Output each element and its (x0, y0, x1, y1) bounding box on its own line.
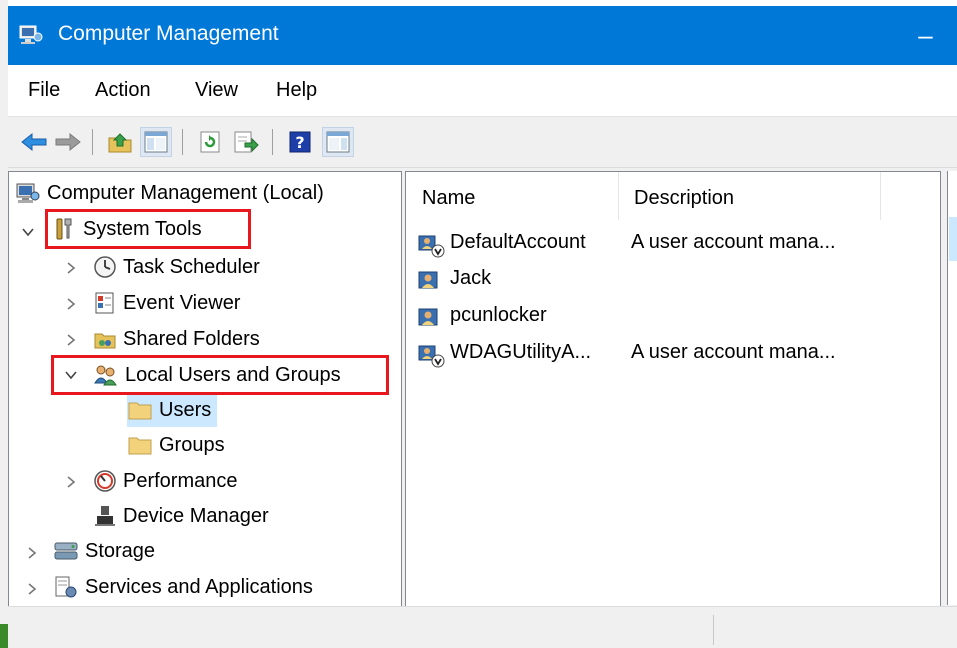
tree-label: Groups (159, 433, 225, 456)
menu-bar: File Action View Help (8, 65, 957, 117)
desktop-corner (0, 624, 8, 648)
menu-action[interactable]: Action (95, 77, 151, 103)
user-description: A user account mana... (631, 341, 836, 363)
left-edge (0, 0, 8, 648)
svg-text:?: ? (295, 133, 304, 152)
user-row[interactable]: DefaultAccount A user account mana... (406, 227, 940, 263)
toolbar-separator (92, 129, 93, 155)
user-row[interactable]: WDAGUtilityA... A user account mana... (406, 337, 940, 373)
back-button[interactable] (18, 127, 50, 157)
show-hide-console-tree-button[interactable] (140, 127, 172, 157)
user-icon (418, 308, 438, 326)
list-header: Name Description (406, 172, 940, 220)
chevron-right-icon[interactable] (64, 297, 78, 311)
chevron-right-icon[interactable] (64, 475, 78, 489)
highlight-box-local-users-and-groups (51, 355, 389, 395)
action-pane-selection (949, 217, 957, 261)
shared-folder-icon (94, 333, 116, 349)
chevron-right-icon[interactable] (64, 333, 78, 347)
user-name: Jack (450, 267, 492, 289)
event-viewer-icon (95, 292, 114, 314)
show-hide-action-pane-button[interactable] (322, 127, 354, 157)
up-folder-icon (108, 133, 132, 153)
tree-label: Storage (85, 539, 156, 562)
tree-node-shared-folders[interactable]: Shared Folders (93, 322, 260, 356)
user-name: DefaultAccount (450, 231, 586, 253)
forward-icon (55, 132, 81, 152)
folder-icon (128, 437, 152, 455)
tree-label: Computer Management (Local) (47, 181, 324, 204)
details-list[interactable]: Name Description DefaultAccount A user a… (405, 171, 941, 607)
tree-label: Users (159, 398, 212, 421)
toolbar-separator (182, 129, 183, 155)
tree-node-event-viewer[interactable]: Event Viewer (93, 286, 240, 320)
user-row[interactable]: pcunlocker (406, 300, 940, 336)
window-title: Computer Management (58, 22, 279, 45)
folder-icon (128, 402, 152, 420)
device-manager-icon (95, 506, 115, 526)
title-bar[interactable]: Computer Management – (8, 6, 957, 65)
status-bar (8, 606, 957, 648)
menu-file[interactable]: File (28, 77, 60, 103)
export-list-icon (234, 131, 259, 153)
user-name: pcunlocker (450, 304, 547, 326)
help-button[interactable]: ? (284, 127, 316, 157)
chevron-right-icon[interactable] (25, 582, 39, 596)
chevron-right-icon[interactable] (25, 546, 39, 560)
show-hide-action-pane-icon (326, 131, 350, 153)
tree-label: Performance (123, 469, 238, 492)
menu-view[interactable]: View (195, 77, 238, 103)
help-icon: ? (289, 131, 311, 153)
tree-node-services-and-applications[interactable]: Services and Applications (53, 570, 313, 604)
menu-help[interactable]: Help (276, 77, 317, 103)
forward-button[interactable] (52, 127, 84, 157)
user-name: WDAGUtilityA... (450, 341, 592, 363)
computer-management-icon (16, 183, 40, 203)
highlight-box-system-tools (45, 209, 251, 249)
action-pane-edge (947, 171, 957, 605)
tree-label: Event Viewer (123, 291, 241, 314)
chevron-down-icon[interactable] (21, 225, 35, 239)
status-divider (713, 615, 714, 645)
storage-icon (54, 542, 78, 560)
chevron-right-icon[interactable] (64, 261, 78, 275)
refresh-button[interactable] (194, 127, 226, 157)
tree-node-storage[interactable]: Storage (53, 534, 155, 568)
tree-label: Task Scheduler (123, 255, 260, 278)
tree-label: Device Manager (123, 504, 269, 527)
column-header-description[interactable]: Description (618, 172, 880, 220)
toolbar: ? (8, 117, 957, 168)
refresh-icon (200, 131, 220, 153)
tree-node-users[interactable]: Users (127, 393, 218, 427)
tree-node-computer-management[interactable]: Computer Management (Local) (15, 176, 324, 210)
console-tree[interactable]: Computer Management (Local) System Tools… (8, 171, 402, 607)
clock-icon (94, 256, 116, 278)
show-hide-console-tree-icon (144, 131, 168, 153)
column-header-name[interactable]: Name (406, 172, 618, 220)
column-divider[interactable] (880, 172, 881, 220)
user-description: A user account mana... (631, 231, 836, 253)
tree-node-task-scheduler[interactable]: Task Scheduler (93, 250, 260, 284)
export-list-button[interactable] (230, 127, 262, 157)
toolbar-separator (272, 129, 273, 155)
tree-node-performance[interactable]: Performance (93, 464, 238, 498)
back-icon (21, 132, 47, 152)
user-icon (418, 271, 438, 289)
computer-management-window: Computer Management – File Action View H… (8, 6, 957, 648)
services-icon (55, 576, 77, 598)
tree-label: Services and Applications (85, 575, 313, 598)
tree-label: Shared Folders (123, 327, 260, 350)
user-disabled-icon (418, 345, 445, 368)
up-one-level-button[interactable] (104, 127, 136, 157)
minimize-button[interactable]: – (894, 6, 957, 65)
tree-node-device-manager[interactable]: Device Manager (93, 499, 269, 533)
performance-icon (94, 470, 116, 492)
tree-node-groups[interactable]: Groups (127, 428, 225, 462)
user-disabled-icon (418, 235, 445, 258)
computer-management-icon (19, 25, 43, 44)
user-row[interactable]: Jack (406, 263, 940, 299)
